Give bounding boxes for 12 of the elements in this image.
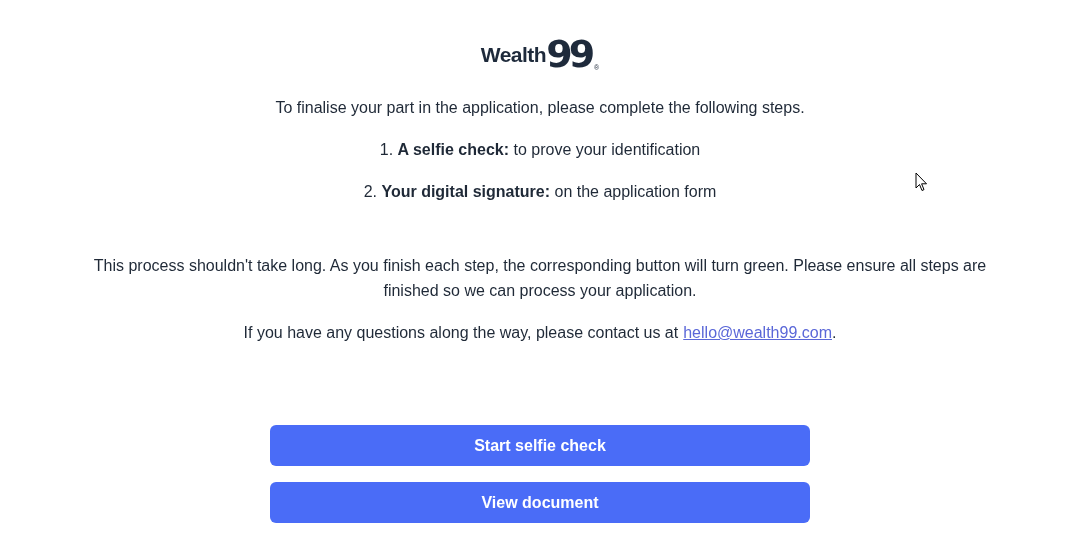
step-text: 2. Your digital signature: on the application form xyxy=(363,182,717,202)
email-link[interactable]: hello@wealth99.com xyxy=(683,320,832,345)
action-button[interactable]: Start selfie check xyxy=(270,425,810,466)
note-text: This process shouldn't take long. As you finish each step, the corresponding button will turn green. Please ensure all steps are finished so we can process your application. xyxy=(92,256,988,301)
contact-end-text: . xyxy=(832,323,837,343)
step-text: 1. A selfie check: to prove your identification xyxy=(379,140,701,160)
logo-wordmark: Wealth xyxy=(480,43,547,66)
cursor-icon xyxy=(915,172,928,192)
intro-text: To finalise your part in the application, please complete the following steps. xyxy=(275,98,805,118)
logo-mark: 99 xyxy=(546,35,592,73)
contact-text: If you have any questions along the way, please contact us at xyxy=(243,323,679,343)
action-button[interactable]: View document xyxy=(270,482,810,523)
